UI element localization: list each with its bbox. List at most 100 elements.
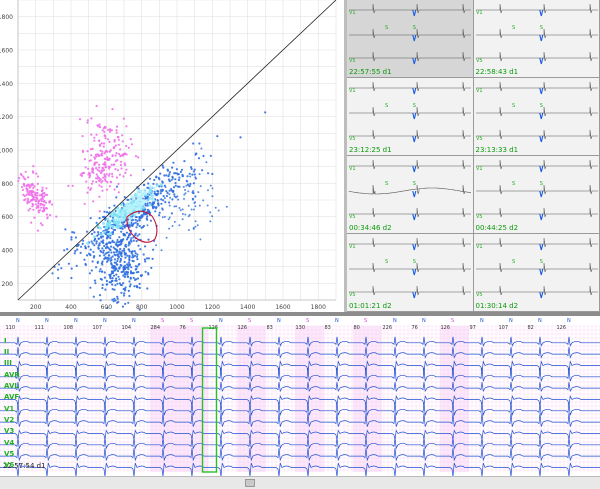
- beat-lead-label: V5: [476, 136, 483, 142]
- beat-marker-blue: [539, 269, 542, 275]
- beat-lead-label: V5: [349, 214, 356, 220]
- rr-interval-label: 107: [499, 325, 509, 331]
- beat-timestamp: 22:58:43 d1: [476, 68, 519, 76]
- beat-marker-blue: [413, 214, 416, 220]
- x-tick-label: 1200: [205, 304, 220, 311]
- y-tick-label: 1000: [0, 148, 13, 155]
- beat-type-label: S: [248, 318, 251, 324]
- beat-type-label: N: [132, 318, 136, 324]
- beat-lead-label: V5: [476, 58, 483, 64]
- beat-lead-label: V1: [349, 244, 356, 250]
- beat-type-label: S: [364, 318, 367, 324]
- beat-type-label: N: [422, 318, 426, 324]
- x-tick-label: 1800: [311, 304, 326, 311]
- beat-template-cell[interactable]: SSV1V500:44:25 d2: [474, 156, 600, 234]
- ecg-scroll-thumb[interactable]: [245, 479, 255, 487]
- beat-type-label: N: [16, 318, 20, 324]
- beat-class-label: S: [511, 25, 514, 31]
- x-tick-label: 1600: [275, 304, 290, 311]
- beat-marker-blue: [413, 136, 416, 142]
- beat-marker-blue: [413, 35, 416, 41]
- x-tick-label: 1400: [240, 304, 255, 311]
- beat-timestamp: 00:44:25 d2: [476, 224, 519, 232]
- beat-marker-blue: [413, 166, 416, 172]
- beat-marker-blue: [413, 269, 416, 275]
- beat-marker-blue: [539, 10, 542, 16]
- beat-type-label: S: [190, 318, 193, 324]
- beat-timestamp: 23:12:25 d1: [349, 146, 392, 154]
- beat-marker-blue: [539, 244, 542, 250]
- beat-trace: SSV1V5: [474, 78, 600, 156]
- x-tick-label: 1000: [169, 304, 184, 311]
- lead-label: AVL: [4, 382, 19, 390]
- rr-interval-label: 107: [93, 325, 103, 331]
- lead-label: I: [4, 337, 7, 345]
- beat-trace: SSV1V5: [347, 0, 474, 78]
- beat-marker-blue: [413, 292, 416, 298]
- beat-template-cell[interactable]: SSV1V523:13:33 d1: [474, 78, 600, 156]
- beat-template-cell[interactable]: SSV1V500:34:46 d2: [347, 156, 474, 234]
- y-tick-label: 1800: [0, 14, 13, 21]
- rr-interval-label: 80: [354, 325, 360, 331]
- rr-interval-label: 110: [6, 325, 16, 331]
- beat-class-label: S: [385, 25, 388, 31]
- beat-marker-blue: [413, 58, 416, 64]
- scatter-points: [0, 105, 266, 312]
- rr-interval-label: 284: [151, 325, 161, 331]
- beat-class-label: S: [511, 103, 514, 109]
- lead-label: II: [4, 348, 9, 356]
- beat-lead-label: V5: [476, 292, 483, 298]
- beat-template-cell[interactable]: SSV1V501:01:21 d2: [347, 234, 474, 312]
- beat-timestamp: 22:57:55 d1: [349, 68, 392, 76]
- beat-marker-blue: [539, 191, 542, 197]
- x-tick-label: 200: [30, 304, 42, 311]
- x-tick-label: 400: [65, 304, 77, 311]
- beat-type-label: S: [306, 318, 309, 324]
- beat-trace: SSV1V5: [347, 156, 474, 234]
- beat-template-cell[interactable]: SSV1V523:12:25 d1: [347, 78, 474, 156]
- beat-template-cell[interactable]: SSV1V522:58:43 d1: [474, 0, 600, 78]
- beat-timestamp: 23:13:33 d1: [476, 146, 519, 154]
- rr-interval-label: 82: [528, 325, 534, 331]
- beat-marker-blue: [413, 10, 416, 16]
- beat-timestamp: 00:34:46 d2: [349, 224, 392, 232]
- beat-trace: SSV1V5: [474, 234, 600, 312]
- beat-type-label: N: [567, 318, 571, 324]
- beat-marker-blue: [539, 58, 542, 64]
- lead-label: V1: [4, 405, 14, 413]
- ecg-strip[interactable]: 1101111081071042847612612683130838022676…: [0, 316, 600, 476]
- beat-type-label: S: [161, 318, 164, 324]
- beat-type-label: N: [335, 318, 339, 324]
- beat-template-cell[interactable]: SSV1V501:30:14 d2: [474, 234, 600, 312]
- scatter-x-ticks: 20040060080010001200140016001800: [30, 304, 326, 311]
- beat-type-label: N: [509, 318, 513, 324]
- ecg-scrollbar[interactable]: [0, 476, 600, 489]
- rr-scatter-panel[interactable]: 2004006008001000120014001600180020040060…: [0, 0, 344, 312]
- y-tick-label: 1200: [0, 114, 13, 121]
- rr-interval-label: 111: [35, 325, 45, 331]
- lead-label: V2: [4, 416, 14, 424]
- beat-class-label: S: [413, 25, 416, 31]
- beat-type-label: N: [277, 318, 281, 324]
- beat-lead-label: V5: [349, 58, 356, 64]
- beat-type-label: N: [74, 318, 78, 324]
- rr-interval-label: 226: [383, 325, 393, 331]
- beat-lead-label: V1: [476, 88, 483, 94]
- beat-marker-blue: [539, 292, 542, 298]
- beat-template-cell[interactable]: SSV1V522:57:55 d1: [347, 0, 474, 78]
- ecg-grid: [0, 326, 600, 472]
- lead-label: AVR: [4, 371, 20, 379]
- rr-scatter-plot[interactable]: 2004006008001000120014001600180020040060…: [0, 0, 344, 312]
- beat-type-label: N: [538, 318, 542, 324]
- beat-lead-label: V1: [349, 166, 356, 172]
- lead-label: V6: [4, 461, 14, 469]
- beat-type-label: N: [103, 318, 107, 324]
- rr-interval-label: 130: [296, 325, 306, 331]
- beat-timestamp: 01:30:14 d2: [476, 302, 519, 310]
- ecg-strip-panel[interactable]: 1101111081071042847612612683130838022676…: [0, 316, 600, 476]
- lead-label: V4: [4, 439, 14, 447]
- beat-trace: SSV1V5: [474, 156, 600, 234]
- beat-marker-blue: [413, 113, 416, 119]
- beat-marker-blue: [539, 166, 542, 172]
- beat-class-label: S: [539, 259, 542, 265]
